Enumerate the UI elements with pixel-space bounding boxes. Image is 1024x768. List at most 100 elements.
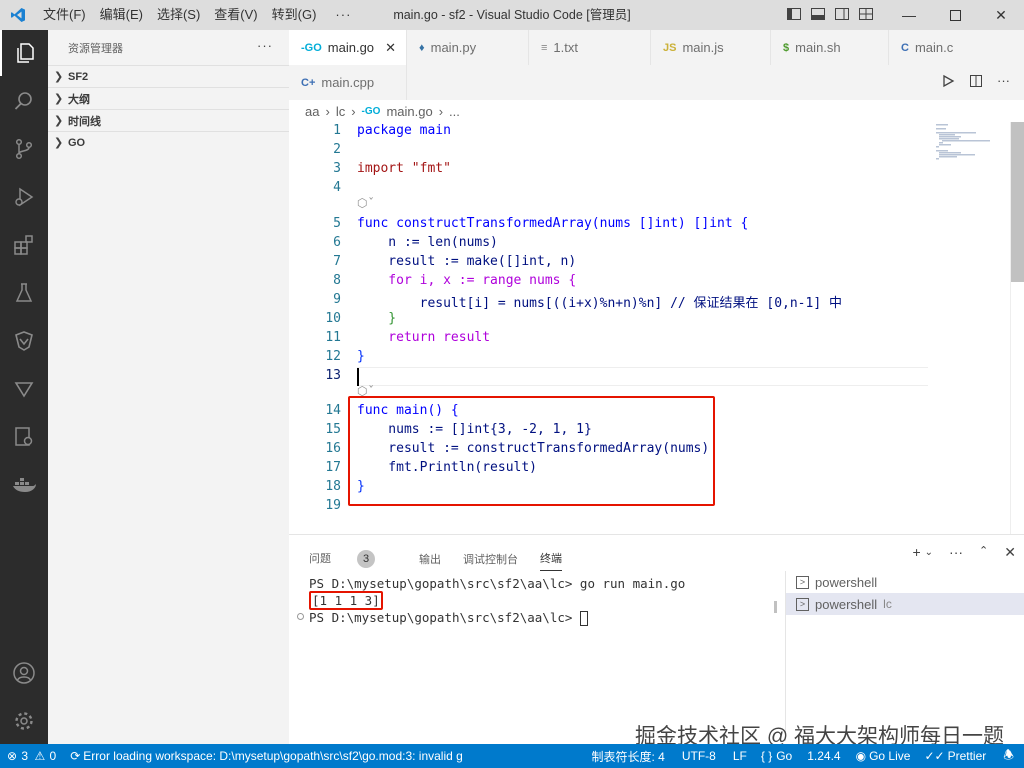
section-go[interactable]: ❯ GO (48, 131, 289, 153)
terminal-item[interactable]: > powershell lc (786, 593, 1024, 615)
breadcrumb-aa[interactable]: aa (305, 104, 319, 119)
tab-label: 1.txt (553, 40, 578, 55)
prettier-status[interactable]: ✓✓ Prettier (917, 749, 993, 763)
editor-more-icon[interactable]: ··· (997, 74, 1010, 91)
search-icon[interactable] (0, 78, 48, 124)
line-number: 6 (333, 235, 341, 250)
maximize-panel-icon[interactable]: ⌃ (979, 544, 988, 562)
panel-tabs: 问题 3 输出 调试控制台 终端 (309, 546, 584, 571)
toggle-secondary-sidebar-icon[interactable] (834, 6, 850, 22)
section-outline[interactable]: ❯ 大纲 (48, 87, 289, 109)
chevron-right-icon: › (325, 103, 330, 119)
error-count: 3 (21, 749, 29, 763)
editor-actions: ··· (941, 74, 1010, 91)
extensions-icon[interactable] (0, 222, 48, 268)
tab-output[interactable]: 输出 (419, 551, 441, 567)
encoding-status[interactable]: UTF-8 (672, 749, 726, 763)
tab-main-c[interactable]: C main.c (889, 30, 1024, 65)
current-line-highlight (357, 367, 928, 386)
problems-status[interactable]: ⊗ 3 ⚠ 0 (0, 749, 64, 763)
run-file-icon[interactable] (941, 74, 955, 91)
close-panel-icon[interactable]: ✕ (1004, 544, 1016, 562)
go-live-status[interactable]: ◉ Go Live (849, 749, 918, 763)
terminal-scrollbar[interactable] (774, 601, 777, 613)
close-window-icon[interactable]: ✕ (978, 0, 1024, 30)
tab-problems[interactable]: 问题 3 (309, 549, 397, 568)
explorer-icon[interactable] (0, 30, 48, 76)
new-terminal-plus-icon[interactable]: + (912, 544, 920, 562)
ai-codelens-icon[interactable]: ⬡ˇ (357, 196, 375, 210)
breadcrumb-symbols[interactable]: ... (449, 104, 460, 119)
tab-terminal[interactable]: 终端 (540, 550, 562, 571)
tab-main-go[interactable]: -GO main.go ✕ (289, 30, 407, 65)
menu-more[interactable]: ··· (323, 0, 363, 30)
tab-1-txt[interactable]: ≡ 1.txt (529, 30, 651, 65)
breadcrumb-lc[interactable]: lc (336, 104, 345, 119)
terminal-line: [1 1 1 3] (309, 591, 685, 610)
code-line: func constructTransformedArray(nums []in… (357, 216, 749, 231)
breadcrumb: aa › lc › -GO main.go › ... (289, 100, 1024, 122)
codegeex-icon[interactable] (0, 318, 48, 364)
toggle-primary-sidebar-icon[interactable] (786, 6, 802, 22)
language-status[interactable]: { } Go (754, 749, 799, 763)
maximize-icon[interactable] (932, 0, 978, 30)
panel-more-icon[interactable]: ··· (949, 544, 963, 562)
terminal-icon: > (796, 597, 809, 611)
breadcrumb-main-go[interactable]: main.go (386, 104, 432, 119)
accounts-icon[interactable] (0, 650, 48, 696)
docker-icon[interactable] (0, 462, 48, 508)
chevron-down-icon[interactable]: ⌄ (925, 544, 933, 562)
filter-icon[interactable] (0, 366, 48, 412)
sidebar-more-actions[interactable]: ··· (257, 38, 273, 53)
testing-icon[interactable] (0, 270, 48, 316)
go-version-status[interactable]: 1.24.4 (799, 749, 848, 763)
tab-main-js[interactable]: JS main.js (651, 30, 771, 65)
terminal-output[interactable]: PS D:\mysetup\gopath\src\sf2\aa\lc> go r… (309, 575, 685, 626)
section-sf2[interactable]: ❯ SF2 (48, 65, 289, 87)
chevron-right-icon: › (438, 103, 444, 119)
layout-controls (786, 6, 874, 22)
toggle-panel-icon[interactable] (810, 6, 826, 22)
menu-selection[interactable]: 选择(S) (150, 0, 207, 30)
minimize-icon[interactable]: — (886, 0, 932, 30)
tab-label: main.go (327, 40, 375, 55)
menu-view[interactable]: 查看(V) (207, 0, 264, 30)
customize-layout-icon[interactable] (858, 6, 874, 22)
tab-main-py[interactable]: ♦ main.py (407, 30, 529, 65)
tab-main-cpp[interactable]: C+ main.cpp (289, 65, 407, 100)
tab-size-status[interactable]: 制表符长度: 4 (585, 748, 672, 765)
editor-scrollbar-thumb[interactable] (1011, 122, 1024, 282)
notifications-bell-icon[interactable]: 🕭 (993, 746, 1024, 767)
run-debug-icon[interactable] (0, 174, 48, 220)
line-number: 2 (333, 142, 341, 157)
minimap[interactable] (930, 122, 1010, 534)
explorer-sidebar: 资源管理器 ··· ❯ SF2 ❯ 大纲 ❯ 时间线 ❯ GO (48, 30, 289, 744)
source-control-icon[interactable] (0, 126, 48, 172)
split-editor-icon[interactable] (969, 74, 983, 91)
editor-tab-bar: -GO main.go ✕ ♦ main.py ≡ 1.txt JS main.… (289, 30, 1024, 100)
chevron-right-icon: ❯ (54, 115, 64, 127)
remote-explorer-icon[interactable] (0, 414, 48, 460)
title-bar: 文件(F) 编辑(E) 选择(S) 查看(V) 转到(G) ··· main.g… (0, 0, 1024, 30)
js-file-icon: JS (663, 41, 677, 54)
warning-icon: ⚠ (34, 749, 46, 763)
workspace-status[interactable]: ⟳ Error loading workspace: D:\mysetup\gop… (64, 749, 470, 763)
command-decoration-icon[interactable] (297, 613, 304, 620)
error-icon: ⊗ (7, 749, 18, 763)
section-timeline[interactable]: ❯ 时间线 (48, 109, 289, 131)
menu-edit[interactable]: 编辑(E) (93, 0, 150, 30)
tab-debug-console[interactable]: 调试控制台 (463, 551, 518, 567)
manage-gear-icon[interactable] (0, 698, 48, 744)
go-live-label: Go Live (869, 749, 911, 763)
eol-status[interactable]: LF (726, 749, 754, 763)
bottom-panel: 问题 3 输出 调试控制台 终端 + ⌄ ··· ⌃ ✕ PS D:\mysetu… (289, 534, 1024, 744)
text-file-icon: ≡ (541, 41, 548, 54)
menu-file[interactable]: 文件(F) (36, 0, 93, 30)
code-editor[interactable]: 1 2 3 4 5 6 7 8 9 10 11 12 13 14 15 16 1… (289, 122, 929, 534)
tab-label: main.js (682, 40, 724, 55)
tab-main-sh[interactable]: $ main.sh (771, 30, 889, 65)
terminal-item[interactable]: > powershell (786, 571, 1024, 593)
line-number: 10 (325, 311, 341, 326)
close-tab-icon[interactable]: ✕ (385, 40, 396, 56)
menu-go[interactable]: 转到(G) (265, 0, 324, 30)
